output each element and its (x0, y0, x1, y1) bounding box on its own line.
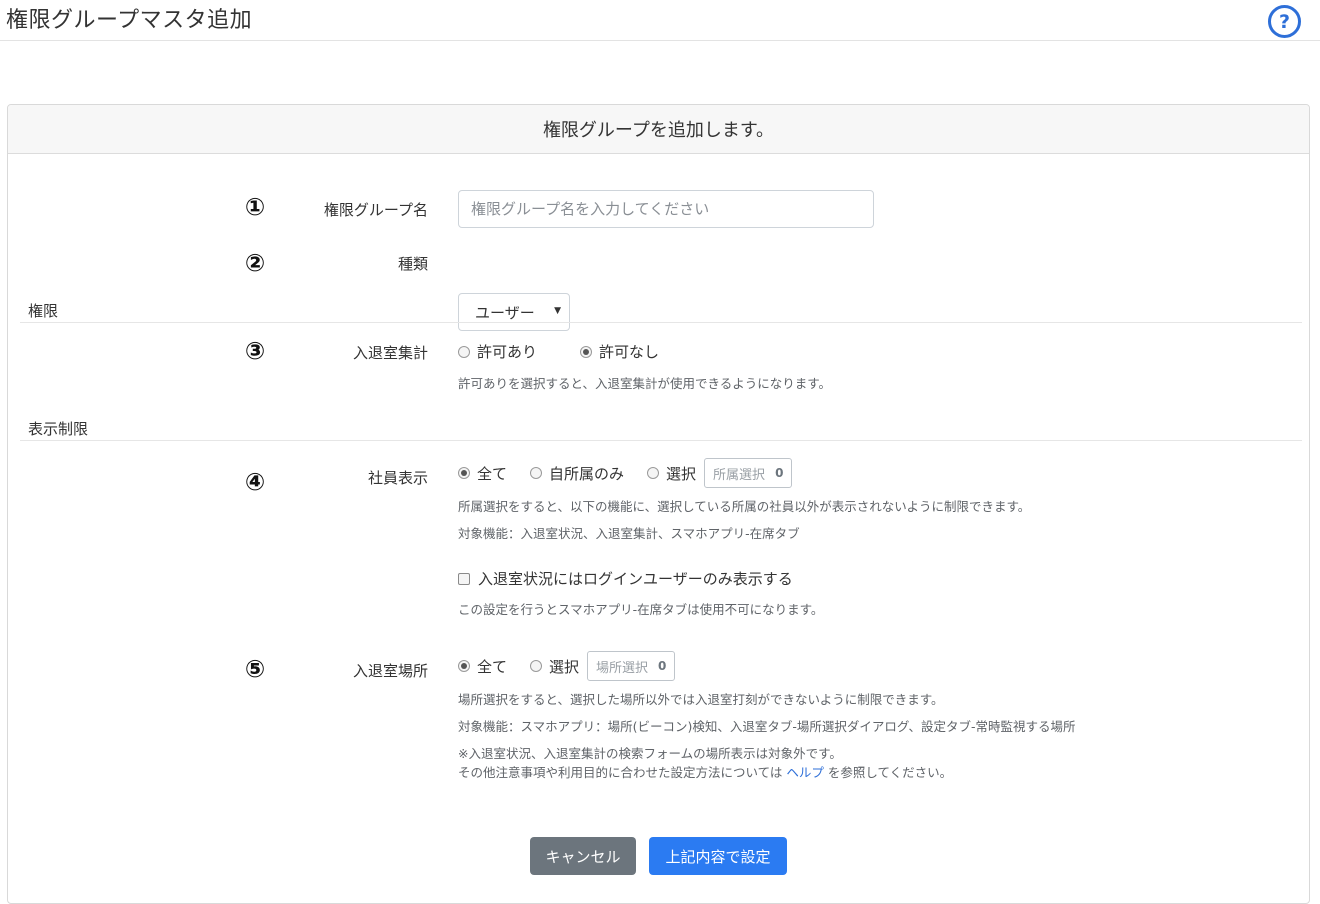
login-user-only-checkbox[interactable]: 入退室状況にはログインユーザーのみ表示する (458, 568, 793, 589)
location-label: 入退室場所 (352, 662, 428, 680)
group-name-input[interactable] (458, 190, 874, 228)
section-divider (20, 440, 1302, 441)
radio-button[interactable] (647, 467, 660, 479)
employee-display-help-2: 対象機能：入退室状況、入退室集計、スマホアプリ-在席タブ (458, 526, 800, 541)
page-title: 権限グループマスタ追加 (6, 8, 253, 33)
form-card: 権限グループを追加します。 ① 権限グループ名 ② 種類 ユーザー ▼ 権限 ③… (7, 104, 1310, 904)
card-header: 権限グループを追加します。 (8, 105, 1309, 154)
radio-button-checked[interactable] (458, 467, 470, 479)
location-select-button[interactable]: 場所選択 0 (587, 651, 676, 681)
radio-button[interactable] (530, 467, 543, 479)
submit-button[interactable]: 上記内容で設定 (649, 837, 787, 875)
radio-location-all[interactable]: 全て (458, 656, 507, 677)
section-divider (20, 322, 1302, 323)
group-name-label: 権限グループ名 (323, 201, 428, 219)
location-help-4-suffix: を参照してください。 (827, 765, 953, 780)
header-divider (0, 40, 1320, 41)
radio-button[interactable] (458, 345, 470, 358)
radio-label-select: 選択 (666, 464, 697, 483)
login-user-only-label: 入退室状況にはログインユーザーのみ表示する (478, 570, 793, 588)
radio-button-checked[interactable] (580, 345, 593, 358)
location-select-label: 場所選択 (596, 660, 649, 676)
department-select-count: 0 (775, 466, 784, 480)
section-title-display-restriction: 表示制限 (28, 420, 89, 438)
radio-label-own-dept: 自所属のみ (549, 464, 625, 483)
attendance-report-label: 入退室集計 (352, 344, 428, 362)
login-user-only-help: この設定を行うとスマホアプリ-在席タブは使用不可になります。 (458, 602, 824, 617)
location-radio-group: 全て 選択 場所選択 0 (458, 651, 676, 681)
radio-button-checked[interactable] (458, 660, 470, 672)
department-select-button[interactable]: 所属選択 0 (704, 458, 793, 488)
attendance-report-help: 許可ありを選択すると、入退室集計が使用できるようになります。 (458, 376, 832, 391)
radio-label-location-select: 選択 (549, 657, 580, 676)
location-help-4-prefix: その他注意事項や利用目的に合わせた設定方法については (458, 765, 783, 780)
department-select-label: 所属選択 (713, 467, 766, 483)
location-help-4: その他注意事項や利用目的に合わせた設定方法については ヘルプ を参照してください… (458, 762, 952, 781)
type-select-value: ユーザー (475, 303, 535, 322)
location-help-3: ※入退室状況、入退室集計の検索フォームの場所表示は対象外です。 (458, 746, 842, 761)
radio-label-allow: 許可あり (477, 343, 538, 361)
checkbox[interactable] (458, 572, 470, 585)
location-help-1: 場所選択をすると、選択した場所以外では入退室打刻ができないように制限できます。 (458, 692, 944, 707)
attendance-report-radio-group: 許可あり 許可なし (458, 341, 659, 362)
type-select[interactable]: ユーザー ▼ (458, 293, 570, 331)
radio-allow[interactable]: 許可あり (458, 341, 537, 362)
question-circle-icon[interactable]: ? (1268, 5, 1301, 38)
radio-label-deny: 許可なし (599, 343, 660, 361)
help-link[interactable]: ヘルプ (786, 765, 824, 780)
employee-display-label: 社員表示 (367, 469, 428, 487)
type-label: 種類 (397, 255, 428, 273)
radio-location-select[interactable]: 選択 (530, 656, 579, 677)
employee-display-radio-group: 全て 自所属のみ 選択 所属選択 0 (458, 458, 793, 488)
radio-select[interactable]: 選択 (647, 463, 696, 484)
radio-label-all: 全て (477, 464, 508, 483)
employee-display-help-1: 所属選択をすると、以下の機能に、選択している所属の社員以外が表示されないように制… (458, 499, 1031, 514)
radio-button[interactable] (530, 660, 543, 672)
location-help-2: 対象機能：スマホアプリ：場所(ビーコン)検知、入退室タブ-場所選択ダイアログ、設… (458, 719, 1076, 734)
radio-own-dept[interactable]: 自所属のみ (530, 463, 624, 484)
radio-label-location-all: 全て (477, 657, 508, 676)
caret-down-icon: ▼ (554, 306, 561, 316)
cancel-button[interactable]: キャンセル (530, 837, 636, 875)
radio-deny[interactable]: 許可なし (580, 341, 659, 362)
section-title-permission: 権限 (28, 302, 59, 320)
radio-all[interactable]: 全て (458, 463, 507, 484)
location-select-count: 0 (658, 659, 667, 673)
